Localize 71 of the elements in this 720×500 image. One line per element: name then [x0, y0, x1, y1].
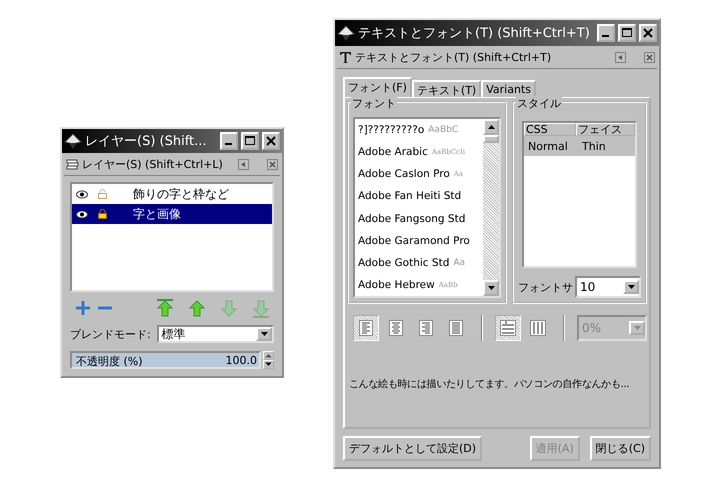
- blend-mode-label: ブレンドモード:: [70, 326, 151, 342]
- panel-title: レイヤー(S) (Shift+Ctrl+L): [82, 156, 224, 172]
- column-header[interactable]: CSS: [524, 123, 576, 136]
- tab[interactable]: Variants: [481, 80, 536, 97]
- maximize-icon[interactable]: [621, 27, 633, 39]
- group-label: フォント: [351, 96, 397, 111]
- preview-text: こんな絵も時には描いたりしてます。パソコンの自作なんかも...: [349, 378, 630, 391]
- caret-icon[interactable]: [626, 283, 636, 291]
- font-name[interactable]: Adobe Caslon Pro: [358, 168, 450, 180]
- slider-fill[interactable]: [72, 353, 259, 367]
- table-cell-text: Normal: [527, 140, 569, 152]
- font-name[interactable]: ?]?????????o: [358, 124, 424, 136]
- close-icon[interactable]: [642, 27, 654, 39]
- caret-down-icon[interactable]: [265, 362, 272, 367]
- app-logo-icon: [337, 24, 355, 42]
- layer-name: 字と画像: [133, 206, 181, 222]
- eye-icon[interactable]: [76, 210, 88, 218]
- window-title: テキストとフォント(T) (Shift+Ctrl+T): [358, 25, 591, 42]
- app-logo-icon: [64, 132, 82, 150]
- spin-down-button[interactable]: [263, 360, 274, 369]
- blend-mode-dropdown[interactable]: 標準: [156, 325, 274, 343]
- vertical-lines-icon[interactable]: [529, 319, 547, 337]
- padlock-icon[interactable]: [98, 209, 107, 219]
- minimize-button[interactable]: [220, 132, 238, 150]
- tab[interactable]: テキスト(T): [412, 80, 482, 97]
- layer-name: 飾りの字と枠など: [133, 186, 229, 202]
- text-lines-icon[interactable]: [388, 319, 404, 337]
- close-button[interactable]: [262, 132, 280, 150]
- eye-icon[interactable]: [76, 190, 88, 198]
- font-name[interactable]: Adobe Hebrew: [358, 278, 435, 291]
- font-list-item[interactable]: Adobe Fan Heiti Std: [358, 185, 483, 208]
- maximize-button[interactable]: [241, 132, 259, 150]
- panel-title: テキストとフォント(T) (Shift+Ctrl+T): [355, 50, 552, 64]
- minimize-button[interactable]: [597, 24, 615, 42]
- caret-icon[interactable]: [486, 284, 496, 292]
- opacity-label: 不透明度 (%): [76, 354, 143, 369]
- opacity-value: 100.0: [226, 354, 257, 367]
- dialog-button[interactable]: デフォルトとして設定(D): [343, 436, 482, 460]
- scroll-thumb[interactable]: [483, 135, 499, 143]
- font-sample: Aa: [453, 258, 466, 268]
- font-list-item[interactable]: Adobe Garamond Pro: [358, 230, 483, 252]
- window-title: レイヤー(S) (Shift...: [85, 133, 208, 150]
- font-sample: AaBbC: [428, 125, 458, 136]
- group-label: スタイル: [516, 96, 562, 111]
- font-list-item[interactable]: Adobe Fangsong Std: [358, 208, 483, 230]
- horizontal-lines-icon[interactable]: [499, 319, 517, 337]
- text-lines-icon[interactable]: [448, 319, 464, 337]
- column-header[interactable]: フェイス: [576, 123, 635, 136]
- text-tool-icon: [339, 50, 352, 64]
- horizontal-text-button[interactable]: [495, 315, 521, 341]
- table-cell-text: Thin: [581, 140, 606, 152]
- tab[interactable]: フォント(F): [343, 77, 412, 97]
- align-left-button[interactable]: [353, 315, 379, 341]
- caret-icon[interactable]: [260, 330, 268, 338]
- font-size-dropdown[interactable]: 10: [575, 276, 641, 298]
- scrollbar[interactable]: [483, 119, 499, 296]
- spin-up-button[interactable]: [263, 351, 274, 360]
- caret-up-icon[interactable]: [486, 123, 496, 131]
- dialog-button[interactable]: 閉じる(C): [590, 436, 651, 460]
- layer-row[interactable]: 字と画像: [72, 204, 272, 224]
- font-name[interactable]: Adobe Arabic: [358, 146, 428, 158]
- layer-row[interactable]: 飾りの字と枠など: [72, 184, 272, 204]
- font-name[interactable]: Adobe Gothic Std: [358, 256, 450, 269]
- layers-icon: [66, 158, 79, 170]
- text-lines-icon[interactable]: [358, 319, 374, 337]
- close-icon[interactable]: [265, 135, 277, 147]
- close-button[interactable]: [639, 24, 657, 42]
- text-lines-icon[interactable]: [418, 319, 434, 337]
- font-size-label: フォントサ: [518, 280, 573, 294]
- maximize-icon[interactable]: [244, 135, 256, 147]
- maximize-button[interactable]: [618, 24, 636, 42]
